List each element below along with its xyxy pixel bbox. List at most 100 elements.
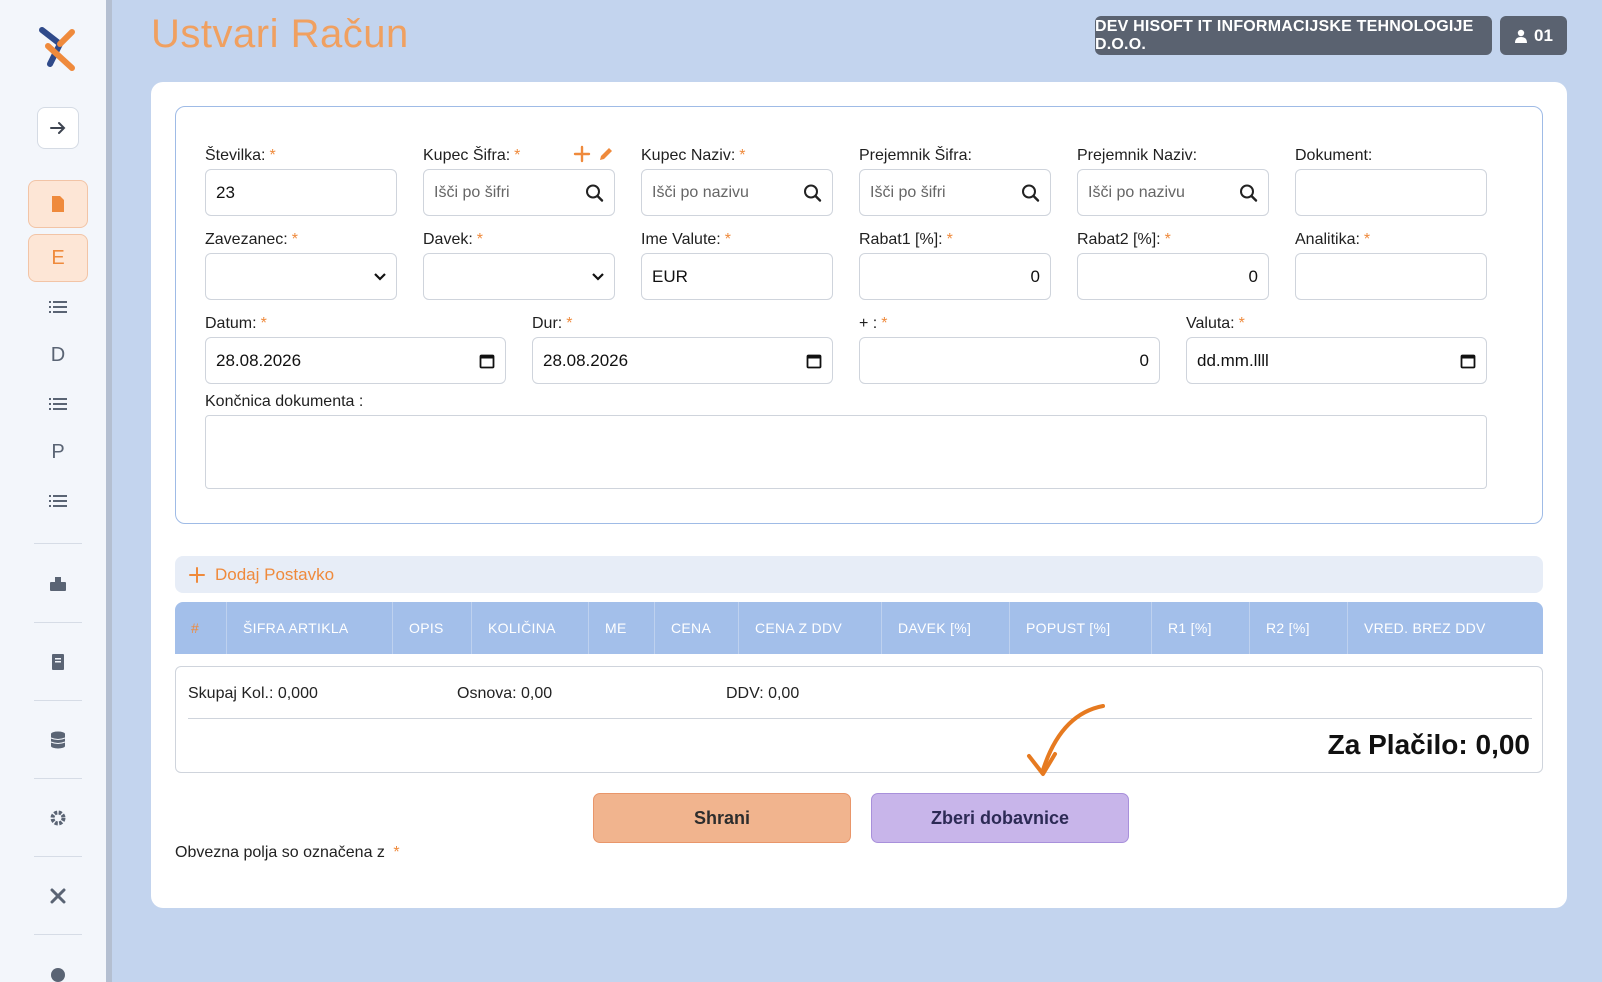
collect-delivery-notes-button[interactable]: Zberi dobavnice — [871, 793, 1129, 843]
add-item-button[interactable]: Dodaj Postavko — [175, 556, 1543, 593]
sidebar-item-documents[interactable] — [28, 180, 88, 228]
field-label: Prejemnik Naziv: — [1077, 147, 1198, 164]
analitika-input[interactable] — [1295, 253, 1487, 300]
sidebar-item-settings[interactable] — [28, 794, 88, 842]
field-label: Valuta: * — [1186, 315, 1245, 332]
prejemnik-sifra-input[interactable]: Išči po šifri — [859, 169, 1051, 216]
rabat2-input[interactable]: 0 — [1077, 253, 1269, 300]
field-label: Davek: * — [423, 231, 484, 248]
save-button[interactable]: Shrani — [593, 793, 851, 843]
dur-field: Dur: * 28.08.2026 — [532, 313, 833, 384]
total-vat: DDV: 0,00 — [726, 685, 800, 702]
sidebar-divider — [34, 543, 82, 544]
sidebar-item-database[interactable] — [28, 716, 88, 764]
sidebar-item-brain[interactable] — [28, 950, 88, 982]
page-title: Ustvari Račun — [151, 12, 409, 56]
total-quantity: Skupaj Kol.: 0,000 — [188, 685, 318, 702]
column-header-opis[interactable]: OPIS — [393, 602, 472, 654]
field-label: Rabat1 [%]: * — [859, 231, 953, 248]
column-header-index[interactable]: # — [175, 602, 227, 654]
sidebar-item-list-1[interactable] — [28, 283, 88, 331]
kupec-naziv-input[interactable]: Išči po nazivu — [641, 169, 833, 216]
sidebar-item-tools[interactable] — [28, 872, 88, 920]
keyboard-icon — [50, 577, 66, 591]
sidebar-item-p[interactable]: P — [28, 428, 88, 476]
app-logo[interactable] — [36, 24, 78, 72]
calendar-icon[interactable] — [806, 353, 822, 369]
amount-to-pay: Za Plačilo: 0,00 — [1327, 729, 1530, 760]
rabat1-input[interactable]: 0 — [859, 253, 1051, 300]
column-header-kolicina[interactable]: KOLIČINA — [472, 602, 589, 654]
sidebar-divider — [34, 700, 82, 701]
edit-customer-icon[interactable] — [597, 145, 615, 163]
column-header-davek[interactable]: DAVEK [%] — [882, 602, 1010, 654]
user-id: 01 — [1534, 25, 1553, 45]
company-badge[interactable]: DEV HISOFT IT INFORMACIJSKE TEHNOLOGIJE … — [1095, 16, 1492, 55]
column-header-cena[interactable]: CENA — [655, 602, 739, 654]
totals-panel: Skupaj Kol.: 0,000 Osnova: 0,00 DDV: 0,0… — [175, 666, 1543, 773]
sidebar-item-d[interactable]: D — [28, 331, 88, 379]
column-header-cena-z-ddv[interactable]: CENA Z DDV — [739, 602, 882, 654]
sidebar-item-label: E — [51, 246, 65, 269]
database-icon — [50, 731, 66, 749]
sidebar-item-list-3[interactable] — [28, 477, 88, 525]
field-label: Končnica dokumenta : — [205, 393, 364, 410]
kupec-tools — [573, 145, 615, 163]
zavezanec-field: Zavezanec: * — [205, 229, 397, 300]
datum-input[interactable]: 28.08.2026 — [205, 337, 506, 384]
sidebar-item-book[interactable] — [28, 638, 88, 686]
search-icon[interactable] — [585, 183, 604, 202]
expand-sidebar-button[interactable] — [37, 107, 79, 149]
field-label: Zavezanec: * — [205, 231, 298, 248]
sidebar-item-label: P — [51, 440, 65, 463]
search-icon[interactable] — [803, 183, 822, 202]
rabat2-field: Rabat2 [%]: * 0 — [1077, 229, 1269, 300]
items-table-header: # ŠIFRA ARTIKLA OPIS KOLIČINA ME CENA CE… — [175, 602, 1543, 654]
davek-select[interactable] — [423, 253, 615, 300]
stevilka-input[interactable]: 23 — [205, 169, 397, 216]
prejemnik-naziv-input[interactable]: Išči po nazivu — [1077, 169, 1269, 216]
search-icon[interactable] — [1239, 183, 1258, 202]
rabat1-field: Rabat1 [%]: * 0 — [859, 229, 1051, 300]
list-icon — [49, 301, 67, 313]
column-header-r2[interactable]: R2 [%] — [1250, 602, 1348, 654]
field-label: Ime Valute: * — [641, 231, 731, 248]
koncnica-textarea[interactable] — [205, 415, 1487, 489]
dur-input[interactable]: 28.08.2026 — [532, 337, 833, 384]
field-label: + : * — [859, 315, 888, 332]
sidebar-item-e[interactable]: E — [28, 234, 88, 282]
column-header-me[interactable]: ME — [589, 602, 655, 654]
column-header-vred-brez-ddv[interactable]: VRED. BREZ DDV — [1348, 602, 1543, 654]
search-icon[interactable] — [1021, 183, 1040, 202]
list-icon — [49, 495, 67, 507]
sidebar-item-keyboard[interactable] — [28, 560, 88, 608]
sidebar-divider — [34, 778, 82, 779]
kupec-sifra-input[interactable]: Išči po šifri — [423, 169, 615, 216]
column-header-sifra[interactable]: ŠIFRA ARTIKLA — [227, 602, 393, 654]
user-menu-button[interactable]: 01 — [1500, 16, 1567, 55]
prejemnik-naziv-field: Prejemnik Naziv: Išči po nazivu — [1077, 145, 1269, 216]
add-customer-icon[interactable] — [573, 145, 591, 163]
ime-valute-input[interactable]: EUR — [641, 253, 833, 300]
brain-icon — [51, 968, 65, 982]
zavezanec-select[interactable] — [205, 253, 397, 300]
sidebar-divider — [34, 622, 82, 623]
dokument-input[interactable] — [1295, 169, 1487, 216]
total-base: Osnova: 0,00 — [457, 685, 553, 702]
file-icon — [52, 196, 64, 212]
calendar-icon[interactable] — [1460, 353, 1476, 369]
ime-valute-field: Ime Valute: * EUR — [641, 229, 833, 300]
kupec-naziv-field: Kupec Naziv: * Išči po nazivu — [641, 145, 833, 216]
calendar-icon[interactable] — [479, 353, 495, 369]
valuta-field: Valuta: * dd.mm.llll — [1186, 313, 1487, 384]
sidebar-item-list-2[interactable] — [28, 380, 88, 428]
field-label: Rabat2 [%]: * — [1077, 231, 1171, 248]
plus-icon — [189, 566, 205, 583]
plus-input[interactable]: 0 — [859, 337, 1160, 384]
stevilka-field: Številka: * 23 — [205, 145, 397, 216]
column-header-popust[interactable]: POPUST [%] — [1010, 602, 1152, 654]
valuta-date-input[interactable]: dd.mm.llll — [1186, 337, 1487, 384]
invoice-card: Številka: * 23 Kupec Šifra: * Išči po šifr… — [151, 82, 1567, 908]
column-header-r1[interactable]: R1 [%] — [1152, 602, 1250, 654]
field-label: Analitika: * — [1295, 231, 1371, 248]
